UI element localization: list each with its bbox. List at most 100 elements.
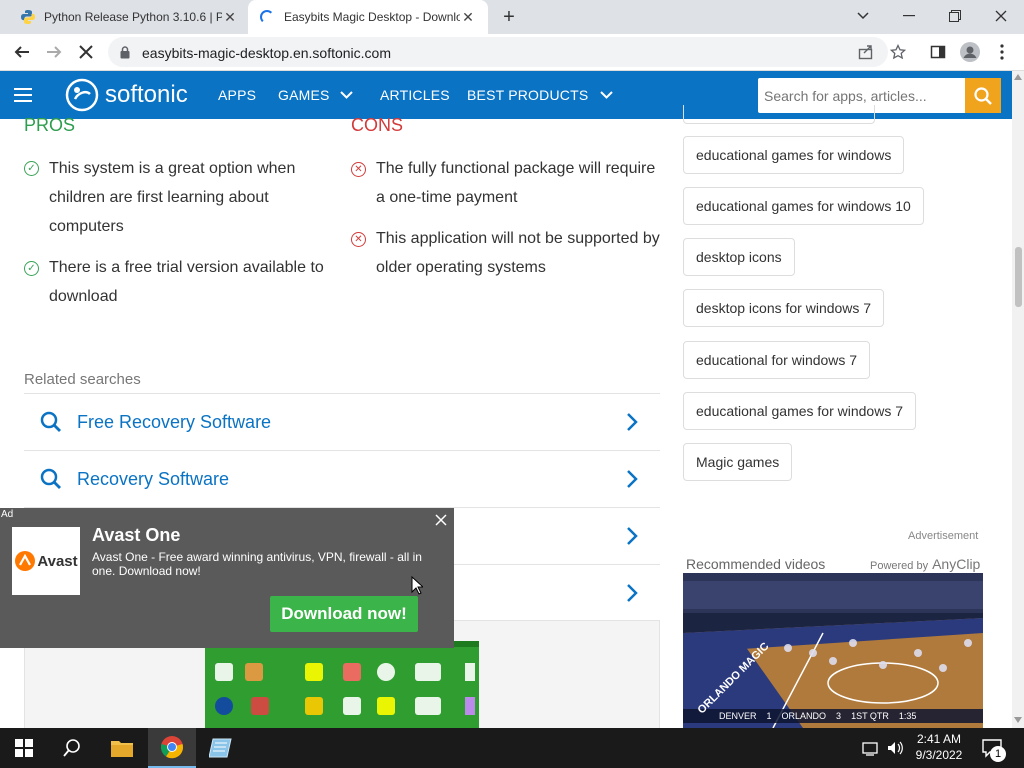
close-window-button[interactable] xyxy=(978,0,1024,32)
folder-icon xyxy=(111,741,133,757)
lock-icon[interactable] xyxy=(120,46,130,64)
chevron-down-icon xyxy=(600,91,614,99)
stop-loading-button[interactable] xyxy=(72,38,100,66)
close-ad-icon[interactable] xyxy=(434,513,448,527)
scroll-down-arrow-icon[interactable] xyxy=(1014,717,1022,723)
powered-by-brand: AnyClip xyxy=(932,556,981,572)
cons-item: The fully functional package will requir… xyxy=(376,160,656,206)
site-search-button[interactable] xyxy=(965,78,1001,113)
x-circle-icon: ✕ xyxy=(351,162,366,177)
tag-link[interactable]: educational games for windows xyxy=(683,136,905,174)
softonic-logo[interactable]: softonic xyxy=(64,77,194,113)
tab-easybits[interactable]: Easybits Magic Desktop - Downlo ✕ xyxy=(248,0,488,34)
related-searches-heading: Related searches xyxy=(24,371,141,388)
advertisement-label: Advertisement xyxy=(908,530,979,542)
notification-center-icon[interactable]: 1 xyxy=(982,738,1006,763)
app-window-icon xyxy=(209,738,232,758)
back-button[interactable] xyxy=(8,38,36,66)
file-explorer-button[interactable] xyxy=(98,728,146,768)
check-circle-icon: ✓ xyxy=(24,261,39,276)
hamburger-menu-icon[interactable] xyxy=(14,87,32,103)
share-icon[interactable] xyxy=(852,38,880,66)
tag-link[interactable]: Magic games xyxy=(683,443,793,481)
avast-logo[interactable]: Avast xyxy=(12,527,80,595)
tag-link[interactable]: desktop icons xyxy=(683,238,795,276)
side-panel-icon[interactable] xyxy=(924,38,952,66)
chevron-down-icon xyxy=(339,91,353,99)
pros-item: There is a free trial version available … xyxy=(49,259,324,305)
forward-button[interactable] xyxy=(40,38,68,66)
tag-link[interactable]: educational games for windows 7 xyxy=(683,392,917,430)
python-icon xyxy=(20,9,36,25)
browser-menu-icon[interactable] xyxy=(988,38,1016,66)
page-scrollbar[interactable] xyxy=(1012,71,1024,728)
taskbar-search-button[interactable] xyxy=(48,728,96,768)
cons-heading: CONS xyxy=(351,115,404,135)
game-period: 1ST QTR xyxy=(851,711,889,721)
mouse-cursor-icon xyxy=(411,576,423,595)
app-taskbar-button[interactable] xyxy=(197,728,245,768)
volume-icon[interactable] xyxy=(886,740,904,761)
x-circle-icon: ✕ xyxy=(351,232,366,247)
new-tab-button[interactable]: + xyxy=(498,6,520,28)
tab-search-chevron-icon[interactable] xyxy=(840,0,886,32)
related-search-label: Free Recovery Software xyxy=(77,411,272,432)
ad-label: Ad xyxy=(1,509,14,520)
restore-button[interactable] xyxy=(932,0,978,32)
search-icon xyxy=(40,411,61,432)
windows-start-button[interactable] xyxy=(0,728,48,768)
browser-toolbar: easybits-magic-desktop.en.softonic.com xyxy=(0,34,1024,71)
ad-description: Avast One - Free award winning antivirus… xyxy=(92,550,422,578)
chevron-right-icon xyxy=(627,470,638,488)
tab-python[interactable]: Python Release Python 3.10.6 | P ✕ xyxy=(8,0,246,34)
chevron-right-icon xyxy=(627,413,638,431)
video-player[interactable]: ORLANDO MAGIC DENVER 1 ORLANDO 3 1ST QTR… xyxy=(683,573,983,728)
ad-title: Avast One xyxy=(92,525,181,545)
chevron-right-icon xyxy=(627,584,638,602)
chrome-taskbar-button[interactable] xyxy=(148,728,196,768)
avast-logo-text: Avast xyxy=(37,552,78,570)
tab-close-icon[interactable]: ✕ xyxy=(222,9,238,25)
powered-by-label: Powered by AnyClip xyxy=(870,556,980,572)
search-icon xyxy=(63,739,80,757)
pros-heading: PROS xyxy=(24,115,76,135)
network-icon[interactable] xyxy=(862,740,880,761)
scroll-up-arrow-icon[interactable] xyxy=(1014,74,1022,80)
tag-partial[interactable] xyxy=(683,105,875,124)
search-icon xyxy=(974,86,992,105)
minimize-button[interactable] xyxy=(886,0,932,32)
tag-link[interactable]: educational games for windows 10 xyxy=(683,187,924,225)
chevron-right-icon xyxy=(627,527,638,545)
related-search-link[interactable]: Recovery Software xyxy=(24,450,660,507)
team-right: ORLANDO xyxy=(781,711,827,721)
clock-time: 2:41 AM xyxy=(916,732,962,746)
tag-link[interactable]: educational for windows 7 xyxy=(683,341,871,379)
related-search-label: Recovery Software xyxy=(77,468,230,489)
logo-text: softonic xyxy=(105,81,188,108)
scoreboard: DENVER 1 ORLANDO 3 1ST QTR 1:35 xyxy=(719,711,916,721)
related-search-link[interactable]: Free Recovery Software xyxy=(24,393,660,450)
nav-games[interactable]: GAMES xyxy=(278,71,353,119)
nav-best-products[interactable]: BEST PRODUCTS xyxy=(467,71,614,119)
taskbar-clock[interactable]: 2:41 AM 9/3/2022 xyxy=(908,731,970,763)
notification-count-badge: 1 xyxy=(990,746,1006,762)
tag-link[interactable]: desktop icons for windows 7 xyxy=(683,289,885,327)
nav-articles[interactable]: ARTICLES xyxy=(380,71,450,119)
powered-by-prefix: Powered by xyxy=(870,560,929,572)
nav-apps[interactable]: APPS xyxy=(218,71,256,119)
basketball-court-image: ORLANDO MAGIC xyxy=(683,573,983,728)
score-left: 1 xyxy=(766,711,772,721)
chrome-icon xyxy=(160,736,184,759)
bookmark-star-icon[interactable] xyxy=(884,38,912,66)
ad-download-button[interactable]: Download now! xyxy=(270,596,418,632)
app-screenshot-image[interactable] xyxy=(205,641,479,728)
cons-item: This application will not be supported b… xyxy=(376,230,660,276)
profile-avatar-icon[interactable] xyxy=(956,38,984,66)
team-left: DENVER xyxy=(719,711,757,721)
nav-games-label: GAMES xyxy=(278,87,330,103)
tab-close-icon[interactable]: ✕ xyxy=(460,9,476,25)
scrollbar-thumb[interactable] xyxy=(1015,247,1022,307)
url-text[interactable]: easybits-magic-desktop.en.softonic.com xyxy=(142,45,391,61)
tab-title: Easybits Magic Desktop - Downlo xyxy=(284,10,460,24)
tab-title: Python Release Python 3.10.6 | P xyxy=(44,10,222,24)
